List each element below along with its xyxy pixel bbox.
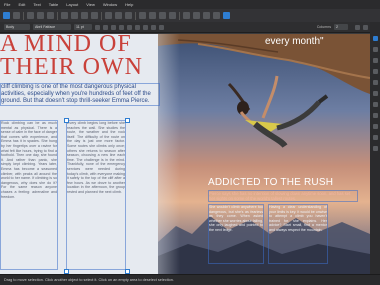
section-subheading[interactable]: Pierce says she has no intention of slow… <box>208 190 358 202</box>
section-heading[interactable]: ADDICTED TO THE RUSH <box>208 177 333 188</box>
navigator-panel-icon[interactable] <box>372 135 378 140</box>
right-panel <box>370 22 380 274</box>
section-column-2[interactable]: Having a clear understanding of your lim… <box>268 204 328 264</box>
swatches-panel-icon[interactable] <box>372 80 378 85</box>
character-panel-icon[interactable] <box>372 58 378 63</box>
underline-icon[interactable] <box>111 24 116 30</box>
distribute-icon[interactable] <box>91 12 98 19</box>
menu-view[interactable]: View <box>86 2 95 7</box>
zoom-icon[interactable] <box>183 12 190 19</box>
paragraph-align-icon[interactable] <box>127 24 132 30</box>
stroke-panel-icon[interactable] <box>372 91 378 96</box>
more-options-icon[interactable] <box>363 24 368 30</box>
text-styles-panel-icon[interactable] <box>372 102 378 107</box>
vertical-align-icon[interactable] <box>159 24 164 30</box>
climber-figure <box>227 75 329 148</box>
document-setup-icon[interactable] <box>27 12 34 19</box>
paragraph-panel-icon[interactable] <box>372 69 378 74</box>
document-canvas[interactable]: A MIND OF THEIR OWN cliff climbing is on… <box>0 34 370 274</box>
list-icon[interactable] <box>135 24 140 30</box>
text-color-icon[interactable] <box>119 24 124 30</box>
mountain-silhouette <box>158 216 370 274</box>
indent-icon[interactable] <box>143 24 148 30</box>
body-column-1[interactable]: Rock climbing can be as much mental as p… <box>0 120 58 270</box>
pages-panel-icon[interactable] <box>372 36 378 41</box>
baseline-icon[interactable] <box>151 24 156 30</box>
context-toolbar: Body Abril Fatface 11 pt Columns 2 <box>0 22 380 33</box>
intro-text-frame[interactable]: cliff climbing is one of the most danger… <box>0 83 160 106</box>
view-mode-icon[interactable] <box>193 12 200 19</box>
boolean-add-icon[interactable] <box>139 12 146 19</box>
toolbar-divider <box>101 11 102 20</box>
app-icon[interactable] <box>3 12 10 19</box>
preview-icon[interactable] <box>203 12 210 19</box>
align-center-icon[interactable] <box>71 12 78 19</box>
columns-value[interactable]: 2 <box>334 24 348 30</box>
style-select[interactable]: Body <box>4 24 30 30</box>
toolbar-divider <box>135 11 136 20</box>
status-bar: Drag to move selection. Click another ob… <box>0 274 380 285</box>
snapping-icon[interactable] <box>115 12 122 19</box>
persona-icon[interactable] <box>13 12 20 19</box>
user-icon[interactable] <box>223 12 230 19</box>
align-left-icon[interactable] <box>61 12 68 19</box>
menu-layout[interactable]: Layout <box>66 2 78 7</box>
status-text: Drag to move selection. Click another ob… <box>4 278 174 282</box>
assets-panel-icon[interactable] <box>372 113 378 118</box>
menu-table[interactable]: Table <box>49 2 59 7</box>
menu-window[interactable]: Window <box>103 2 117 7</box>
layers-panel-icon[interactable] <box>372 47 378 52</box>
settings-icon[interactable] <box>213 12 220 19</box>
transform-panel-icon[interactable] <box>372 146 378 151</box>
article-title-line-2[interactable]: THEIR OWN <box>0 54 143 81</box>
menu-bar: File Edit Text Table Layout View Window … <box>0 0 380 9</box>
text-frame-icon[interactable] <box>47 12 54 19</box>
history-panel-icon[interactable] <box>372 124 378 129</box>
toolbar-divider <box>23 11 24 20</box>
columns-label: Columns <box>316 25 331 29</box>
toolbar-divider <box>179 11 180 20</box>
section-column-1[interactable]: She wouldn't climb anywhere too dangerou… <box>208 204 264 264</box>
main-toolbar <box>0 9 380 22</box>
italic-icon[interactable] <box>103 24 108 30</box>
arrange-icon[interactable] <box>105 12 112 19</box>
menu-help[interactable]: Help <box>125 2 133 7</box>
bold-icon[interactable] <box>95 24 100 30</box>
frame-options-icon[interactable] <box>355 24 360 30</box>
boolean-intersect-icon[interactable] <box>159 12 166 19</box>
toolbar-divider <box>57 11 58 20</box>
body-column-2[interactable]: Every climb begins long before she reach… <box>66 120 126 270</box>
selection-handle[interactable] <box>64 118 69 123</box>
align-right-icon[interactable] <box>81 12 88 19</box>
text-wrap-icon[interactable] <box>169 12 176 19</box>
menu-file[interactable]: File <box>4 2 10 7</box>
menu-text[interactable]: Text <box>33 2 40 7</box>
selection-handle[interactable] <box>125 118 130 123</box>
font-select[interactable]: Abril Fatface <box>33 24 71 30</box>
preflight-icon[interactable] <box>37 12 44 19</box>
insert-icon[interactable] <box>125 12 132 19</box>
font-size-select[interactable]: 11 pt <box>74 24 92 30</box>
boolean-subtract-icon[interactable] <box>149 12 156 19</box>
pull-quote[interactable]: every month" <box>265 36 324 47</box>
menu-edit[interactable]: Edit <box>18 2 25 7</box>
